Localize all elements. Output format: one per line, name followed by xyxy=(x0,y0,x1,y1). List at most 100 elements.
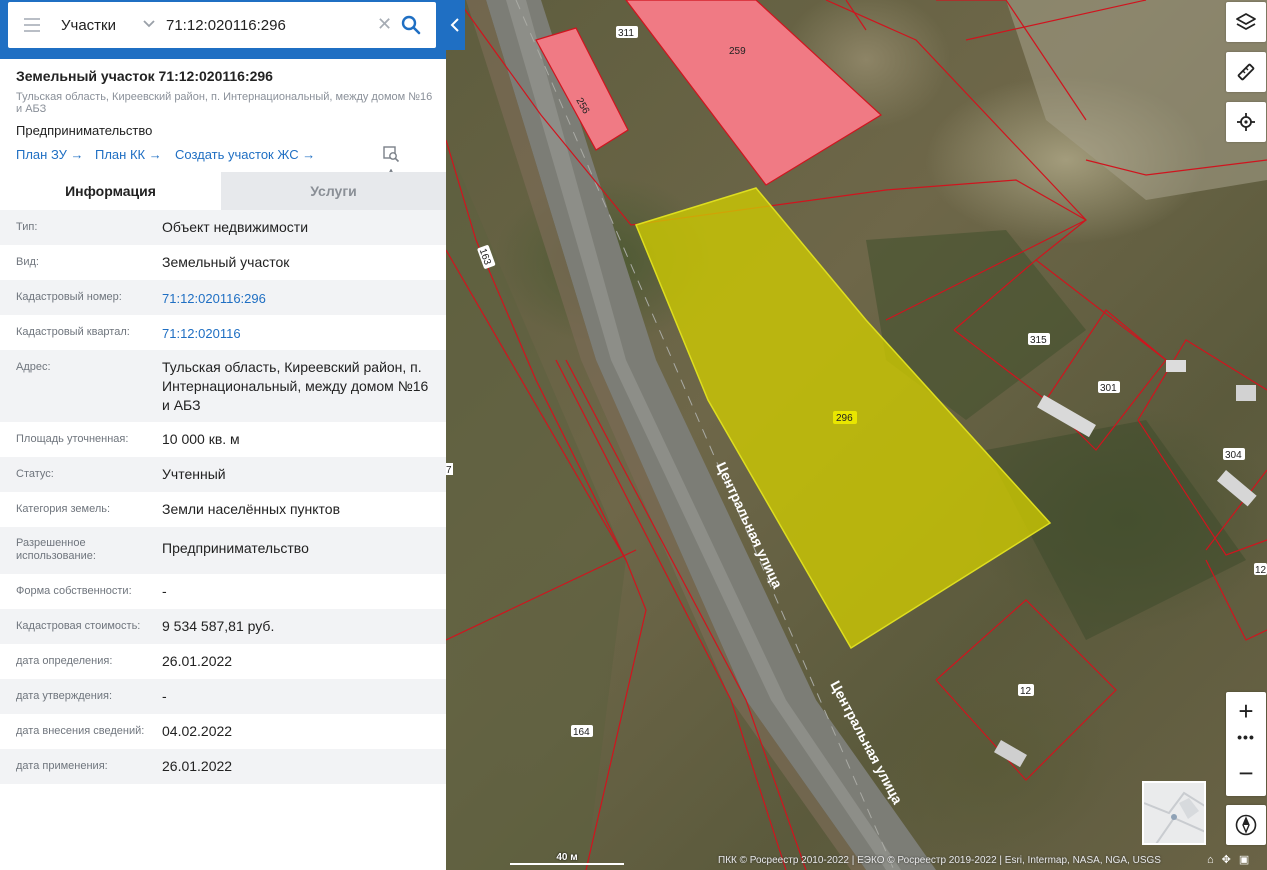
row-label: Разрешенное использование: xyxy=(16,537,96,562)
ruler-icon xyxy=(1237,63,1255,81)
label-301: 301 xyxy=(1100,383,1117,394)
row-label: дата утверждения: xyxy=(16,690,113,702)
cadastral-number-link[interactable]: 71:12:020116:296 xyxy=(162,289,446,308)
print-icon[interactable]: ▣ xyxy=(1239,854,1249,866)
row-value: 26.01.2022 xyxy=(162,653,233,669)
locate-small-icon[interactable]: ✥ xyxy=(1222,854,1231,866)
info-table: Тип: Объект недвижимости Вид: Земельный … xyxy=(0,210,446,784)
table-row: Категория земель: Земли населённых пункт… xyxy=(0,492,446,527)
search-box: Участки 71:12:020116:296 ✕ xyxy=(8,2,436,48)
scale-bar: 40 м xyxy=(510,852,624,865)
ruler-button[interactable] xyxy=(1226,52,1266,92)
row-label: Кадастровый номер: xyxy=(16,291,122,303)
plan-zu-link[interactable]: План ЗУ → xyxy=(16,147,84,162)
minimap-graphic xyxy=(1144,783,1204,843)
object-address: Тульская область, Киреевский район, п. И… xyxy=(16,91,433,115)
table-row: Площадь уточненная: 10 000 кв. м xyxy=(0,422,446,457)
find-on-map-icon[interactable] xyxy=(382,145,400,168)
row-value: Учтенный xyxy=(162,466,226,482)
copyright: ПКК © Росреестр 2010-2022 | ЕЭКО © Росре… xyxy=(718,855,1161,866)
row-value: 10 000 кв. м xyxy=(162,431,240,447)
row-value: Объект недвижимости xyxy=(162,219,309,235)
menu-icon[interactable] xyxy=(24,18,40,32)
table-row: Кадастровый номер: 71:12:020116:296 xyxy=(0,280,446,315)
label-311: 311 xyxy=(618,28,634,39)
collapse-sidebar-button[interactable] xyxy=(446,0,465,50)
table-row: Форма собственности: - xyxy=(0,574,446,609)
label-296: 296 xyxy=(836,413,853,424)
clear-icon[interactable]: ✕ xyxy=(377,15,392,33)
plan-kk-link[interactable]: План КК → xyxy=(95,147,162,162)
row-value: Тульская область, Киреевский район, п. И… xyxy=(162,359,429,413)
search-bar: Участки 71:12:020116:296 ✕ xyxy=(0,0,446,59)
scale-line xyxy=(510,863,624,865)
table-row: Тип: Объект недвижимости xyxy=(0,210,446,245)
zoom-control: + ••• − xyxy=(1226,692,1266,796)
search-icon[interactable] xyxy=(401,15,421,35)
tab-services[interactable]: Услуги xyxy=(221,172,446,210)
zoom-more-icon[interactable]: ••• xyxy=(1226,730,1266,752)
zoom-out-button[interactable]: − xyxy=(1226,754,1266,794)
label-315: 315 xyxy=(1030,335,1047,346)
object-title: Земельный участок 71:12:020116:296 xyxy=(16,68,273,84)
chevron-down-icon[interactable] xyxy=(142,16,156,30)
home-icon[interactable]: ⌂ xyxy=(1207,854,1214,866)
scale-label: 40 м xyxy=(556,852,578,863)
row-label: Тип: xyxy=(16,221,38,233)
table-row: Статус: Учтенный xyxy=(0,457,446,492)
row-label: Адрес: xyxy=(16,361,51,373)
minimap[interactable] xyxy=(1142,781,1206,845)
label-12b: 12 xyxy=(1255,565,1267,576)
label-12: 12 xyxy=(1020,686,1032,697)
search-input[interactable]: 71:12:020116:296 xyxy=(166,17,286,34)
compass-icon xyxy=(1235,814,1257,836)
sidebar: Участки 71:12:020116:296 ✕ Земельный уча… xyxy=(0,0,446,870)
label-164: 164 xyxy=(573,727,590,738)
row-value: Предпринимательство xyxy=(162,540,309,556)
table-row: дата внесения сведений: 04.02.2022 xyxy=(0,714,446,749)
table-row: Кадастровая стоимость: 9 534 587,81 руб. xyxy=(0,609,446,644)
map-view[interactable]: 311 259 256 163 296 315 301 304 12 164 1… xyxy=(446,0,1267,870)
row-label: дата определения: xyxy=(16,655,113,667)
tab-information[interactable]: Информация xyxy=(0,172,221,210)
table-row: дата утверждения: - xyxy=(0,679,446,714)
crosshair-icon xyxy=(1237,113,1255,131)
chevron-left-icon xyxy=(450,18,459,32)
table-row: Кадастровый квартал: 71:12:020116 xyxy=(0,315,446,350)
row-value: 9 534 587,81 руб. xyxy=(162,618,275,634)
row-value: Земельный участок xyxy=(162,254,290,270)
table-row: Разрешенное использование: Предпринимате… xyxy=(0,527,446,574)
locate-button[interactable] xyxy=(1226,102,1266,142)
table-row: дата применения: 26.01.2022 xyxy=(0,749,446,784)
table-row: дата определения: 26.01.2022 xyxy=(0,644,446,679)
tabs: Информация Услуги xyxy=(0,172,446,210)
row-label: Категория земель: xyxy=(16,503,111,515)
object-use: Предпринимательство xyxy=(16,123,153,138)
row-label: дата применения: xyxy=(16,760,108,772)
row-label: Вид: xyxy=(16,256,39,268)
row-label: Кадастровая стоимость: xyxy=(16,620,141,632)
table-row: Адрес: Тульская область, Киреевский райо… xyxy=(0,350,446,422)
compass-button[interactable] xyxy=(1226,805,1266,845)
row-value: 26.01.2022 xyxy=(162,758,233,774)
row-value: - xyxy=(162,688,167,704)
row-value: Земли населённых пунктов xyxy=(162,501,341,517)
search-type-select[interactable]: Участки xyxy=(61,17,116,34)
row-label: Статус: xyxy=(16,468,54,480)
layers-icon xyxy=(1236,13,1256,30)
row-label: Площадь уточненная: xyxy=(16,433,129,445)
row-label: дата внесения сведений: xyxy=(16,725,145,737)
row-value: - xyxy=(162,583,167,599)
parcel-259 xyxy=(625,0,882,186)
label-259: 259 xyxy=(729,46,746,57)
row-label: Кадастровый квартал: xyxy=(16,326,130,338)
cadastral-quarter-link[interactable]: 71:12:020116 xyxy=(162,324,446,343)
row-value: 04.02.2022 xyxy=(162,723,233,739)
label-7: 7 xyxy=(446,465,452,476)
layers-button[interactable] xyxy=(1226,2,1266,42)
label-304: 304 xyxy=(1225,450,1242,461)
create-parcel-link[interactable]: Создать участок ЖС → xyxy=(175,147,315,162)
table-row: Вид: Земельный участок xyxy=(0,245,446,280)
zoom-in-button[interactable]: + xyxy=(1226,692,1266,730)
corner-icons: ⌂ ✥ ▣ xyxy=(1207,853,1257,866)
